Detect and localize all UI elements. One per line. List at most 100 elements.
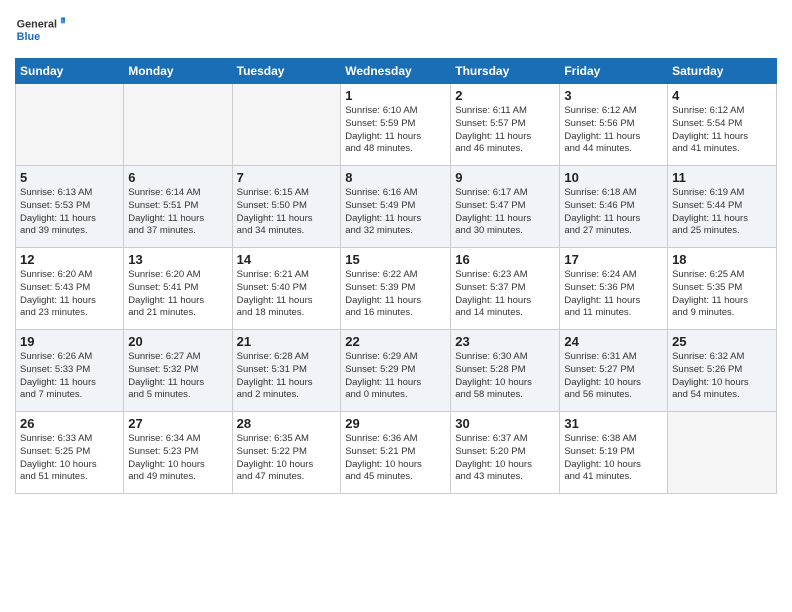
weekday-header-row: SundayMondayTuesdayWednesdayThursdayFrid… (16, 59, 777, 84)
day-number: 10 (564, 170, 663, 185)
calendar-cell: 28 Sunrise: 6:35 AM Sunset: 5:22 PM Dayli… (232, 412, 341, 494)
day-number: 5 (20, 170, 119, 185)
calendar-cell: 25 Sunrise: 6:32 AM Sunset: 5:26 PM Dayli… (668, 330, 777, 412)
calendar-cell: 23Sunrise: 6:30 AM Sunset: 5:28 PM Dayli… (451, 330, 560, 412)
day-number: 19 (20, 334, 119, 349)
day-number: 12 (20, 252, 119, 267)
weekday-header-monday: Monday (124, 59, 232, 84)
calendar-cell (232, 84, 341, 166)
weekday-header-wednesday: Wednesday (341, 59, 451, 84)
day-info: Sunrise: 6:11 AM Sunset: 5:57 PM Dayligh… (455, 105, 555, 156)
logo: General Blue (15, 10, 65, 50)
day-number: 20 (128, 334, 227, 349)
day-number: 25 (672, 334, 772, 349)
calendar-cell: 10Sunrise: 6:18 AM Sunset: 5:46 PM Dayli… (560, 166, 668, 248)
day-number: 21 (237, 334, 337, 349)
day-info: Sunrise: 6:22 AM Sunset: 5:39 PM Dayligh… (345, 269, 446, 320)
weekday-header-thursday: Thursday (451, 59, 560, 84)
calendar-cell: 24 Sunrise: 6:31 AM Sunset: 5:27 PM Dayli… (560, 330, 668, 412)
calendar-week-row: 19 Sunrise: 6:26 AM Sunset: 5:33 PM Dayli… (16, 330, 777, 412)
calendar-cell (16, 84, 124, 166)
day-number: 16 (455, 252, 555, 267)
weekday-header-tuesday: Tuesday (232, 59, 341, 84)
calendar-cell: 6Sunrise: 6:14 AM Sunset: 5:51 PM Daylig… (124, 166, 232, 248)
calendar-cell: 17Sunrise: 6:24 AM Sunset: 5:36 PM Dayli… (560, 248, 668, 330)
calendar-cell: 21 Sunrise: 6:28 AM Sunset: 5:31 PM Dayli… (232, 330, 341, 412)
calendar-cell: 20 Sunrise: 6:27 AM Sunset: 5:32 PM Dayli… (124, 330, 232, 412)
calendar-cell (124, 84, 232, 166)
calendar-cell: 2 Sunrise: 6:11 AM Sunset: 5:57 PM Daylig… (451, 84, 560, 166)
day-number: 31 (564, 416, 663, 431)
day-info: Sunrise: 6:28 AM Sunset: 5:31 PM Dayligh… (237, 351, 337, 402)
calendar-cell (668, 412, 777, 494)
calendar-cell: 19 Sunrise: 6:26 AM Sunset: 5:33 PM Dayli… (16, 330, 124, 412)
calendar-cell: 14 Sunrise: 6:21 AM Sunset: 5:40 PM Dayli… (232, 248, 341, 330)
day-number: 24 (564, 334, 663, 349)
day-number: 1 (345, 88, 446, 103)
weekday-header-saturday: Saturday (668, 59, 777, 84)
day-number: 8 (345, 170, 446, 185)
day-number: 2 (455, 88, 555, 103)
calendar-week-row: 5Sunrise: 6:13 AM Sunset: 5:53 PM Daylig… (16, 166, 777, 248)
day-info: Sunrise: 6:20 AM Sunset: 5:41 PM Dayligh… (128, 269, 227, 320)
day-info: Sunrise: 6:31 AM Sunset: 5:27 PM Dayligh… (564, 351, 663, 402)
day-info: Sunrise: 6:25 AM Sunset: 5:35 PM Dayligh… (672, 269, 772, 320)
day-info: Sunrise: 6:12 AM Sunset: 5:54 PM Dayligh… (672, 105, 772, 156)
day-number: 23 (455, 334, 555, 349)
calendar-week-row: 12 Sunrise: 6:20 AM Sunset: 5:43 PM Dayli… (16, 248, 777, 330)
day-info: Sunrise: 6:16 AM Sunset: 5:49 PM Dayligh… (345, 187, 446, 238)
day-number: 7 (237, 170, 337, 185)
calendar-table: SundayMondayTuesdayWednesdayThursdayFrid… (15, 58, 777, 494)
day-number: 30 (455, 416, 555, 431)
day-number: 29 (345, 416, 446, 431)
calendar-cell: 16 Sunrise: 6:23 AM Sunset: 5:37 PM Dayli… (451, 248, 560, 330)
weekday-header-friday: Friday (560, 59, 668, 84)
day-info: Sunrise: 6:27 AM Sunset: 5:32 PM Dayligh… (128, 351, 227, 402)
day-info: Sunrise: 6:36 AM Sunset: 5:21 PM Dayligh… (345, 433, 446, 484)
day-info: Sunrise: 6:10 AM Sunset: 5:59 PM Dayligh… (345, 105, 446, 156)
day-info: Sunrise: 6:34 AM Sunset: 5:23 PM Dayligh… (128, 433, 227, 484)
calendar-cell: 7 Sunrise: 6:15 AM Sunset: 5:50 PM Daylig… (232, 166, 341, 248)
day-info: Sunrise: 6:19 AM Sunset: 5:44 PM Dayligh… (672, 187, 772, 238)
day-number: 13 (128, 252, 227, 267)
day-number: 15 (345, 252, 446, 267)
day-info: Sunrise: 6:32 AM Sunset: 5:26 PM Dayligh… (672, 351, 772, 402)
day-info: Sunrise: 6:26 AM Sunset: 5:33 PM Dayligh… (20, 351, 119, 402)
logo-svg: General Blue (15, 10, 65, 50)
day-number: 18 (672, 252, 772, 267)
day-number: 28 (237, 416, 337, 431)
calendar-cell: 1 Sunrise: 6:10 AM Sunset: 5:59 PM Daylig… (341, 84, 451, 166)
calendar-cell: 30 Sunrise: 6:37 AM Sunset: 5:20 PM Dayli… (451, 412, 560, 494)
calendar-cell: 11Sunrise: 6:19 AM Sunset: 5:44 PM Dayli… (668, 166, 777, 248)
day-number: 9 (455, 170, 555, 185)
day-info: Sunrise: 6:20 AM Sunset: 5:43 PM Dayligh… (20, 269, 119, 320)
day-number: 3 (564, 88, 663, 103)
calendar-cell: 18 Sunrise: 6:25 AM Sunset: 5:35 PM Dayli… (668, 248, 777, 330)
calendar-cell: 22Sunrise: 6:29 AM Sunset: 5:29 PM Dayli… (341, 330, 451, 412)
calendar-cell: 3Sunrise: 6:12 AM Sunset: 5:56 PM Daylig… (560, 84, 668, 166)
day-number: 22 (345, 334, 446, 349)
calendar-cell: 27 Sunrise: 6:34 AM Sunset: 5:23 PM Dayli… (124, 412, 232, 494)
day-info: Sunrise: 6:33 AM Sunset: 5:25 PM Dayligh… (20, 433, 119, 484)
day-info: Sunrise: 6:15 AM Sunset: 5:50 PM Dayligh… (237, 187, 337, 238)
calendar-cell: 13 Sunrise: 6:20 AM Sunset: 5:41 PM Dayli… (124, 248, 232, 330)
calendar-cell: 8 Sunrise: 6:16 AM Sunset: 5:49 PM Daylig… (341, 166, 451, 248)
day-number: 26 (20, 416, 119, 431)
day-number: 6 (128, 170, 227, 185)
day-number: 27 (128, 416, 227, 431)
day-number: 17 (564, 252, 663, 267)
day-info: Sunrise: 6:23 AM Sunset: 5:37 PM Dayligh… (455, 269, 555, 320)
weekday-header-sunday: Sunday (16, 59, 124, 84)
day-info: Sunrise: 6:37 AM Sunset: 5:20 PM Dayligh… (455, 433, 555, 484)
calendar-cell: 26 Sunrise: 6:33 AM Sunset: 5:25 PM Dayli… (16, 412, 124, 494)
svg-text:General: General (17, 19, 57, 31)
day-info: Sunrise: 6:17 AM Sunset: 5:47 PM Dayligh… (455, 187, 555, 238)
day-number: 14 (237, 252, 337, 267)
calendar-cell: 4Sunrise: 6:12 AM Sunset: 5:54 PM Daylig… (668, 84, 777, 166)
header: General Blue (15, 10, 777, 50)
calendar-cell: 5Sunrise: 6:13 AM Sunset: 5:53 PM Daylig… (16, 166, 124, 248)
calendar-cell: 12 Sunrise: 6:20 AM Sunset: 5:43 PM Dayli… (16, 248, 124, 330)
day-info: Sunrise: 6:21 AM Sunset: 5:40 PM Dayligh… (237, 269, 337, 320)
calendar-cell: 29 Sunrise: 6:36 AM Sunset: 5:21 PM Dayli… (341, 412, 451, 494)
day-info: Sunrise: 6:35 AM Sunset: 5:22 PM Dayligh… (237, 433, 337, 484)
